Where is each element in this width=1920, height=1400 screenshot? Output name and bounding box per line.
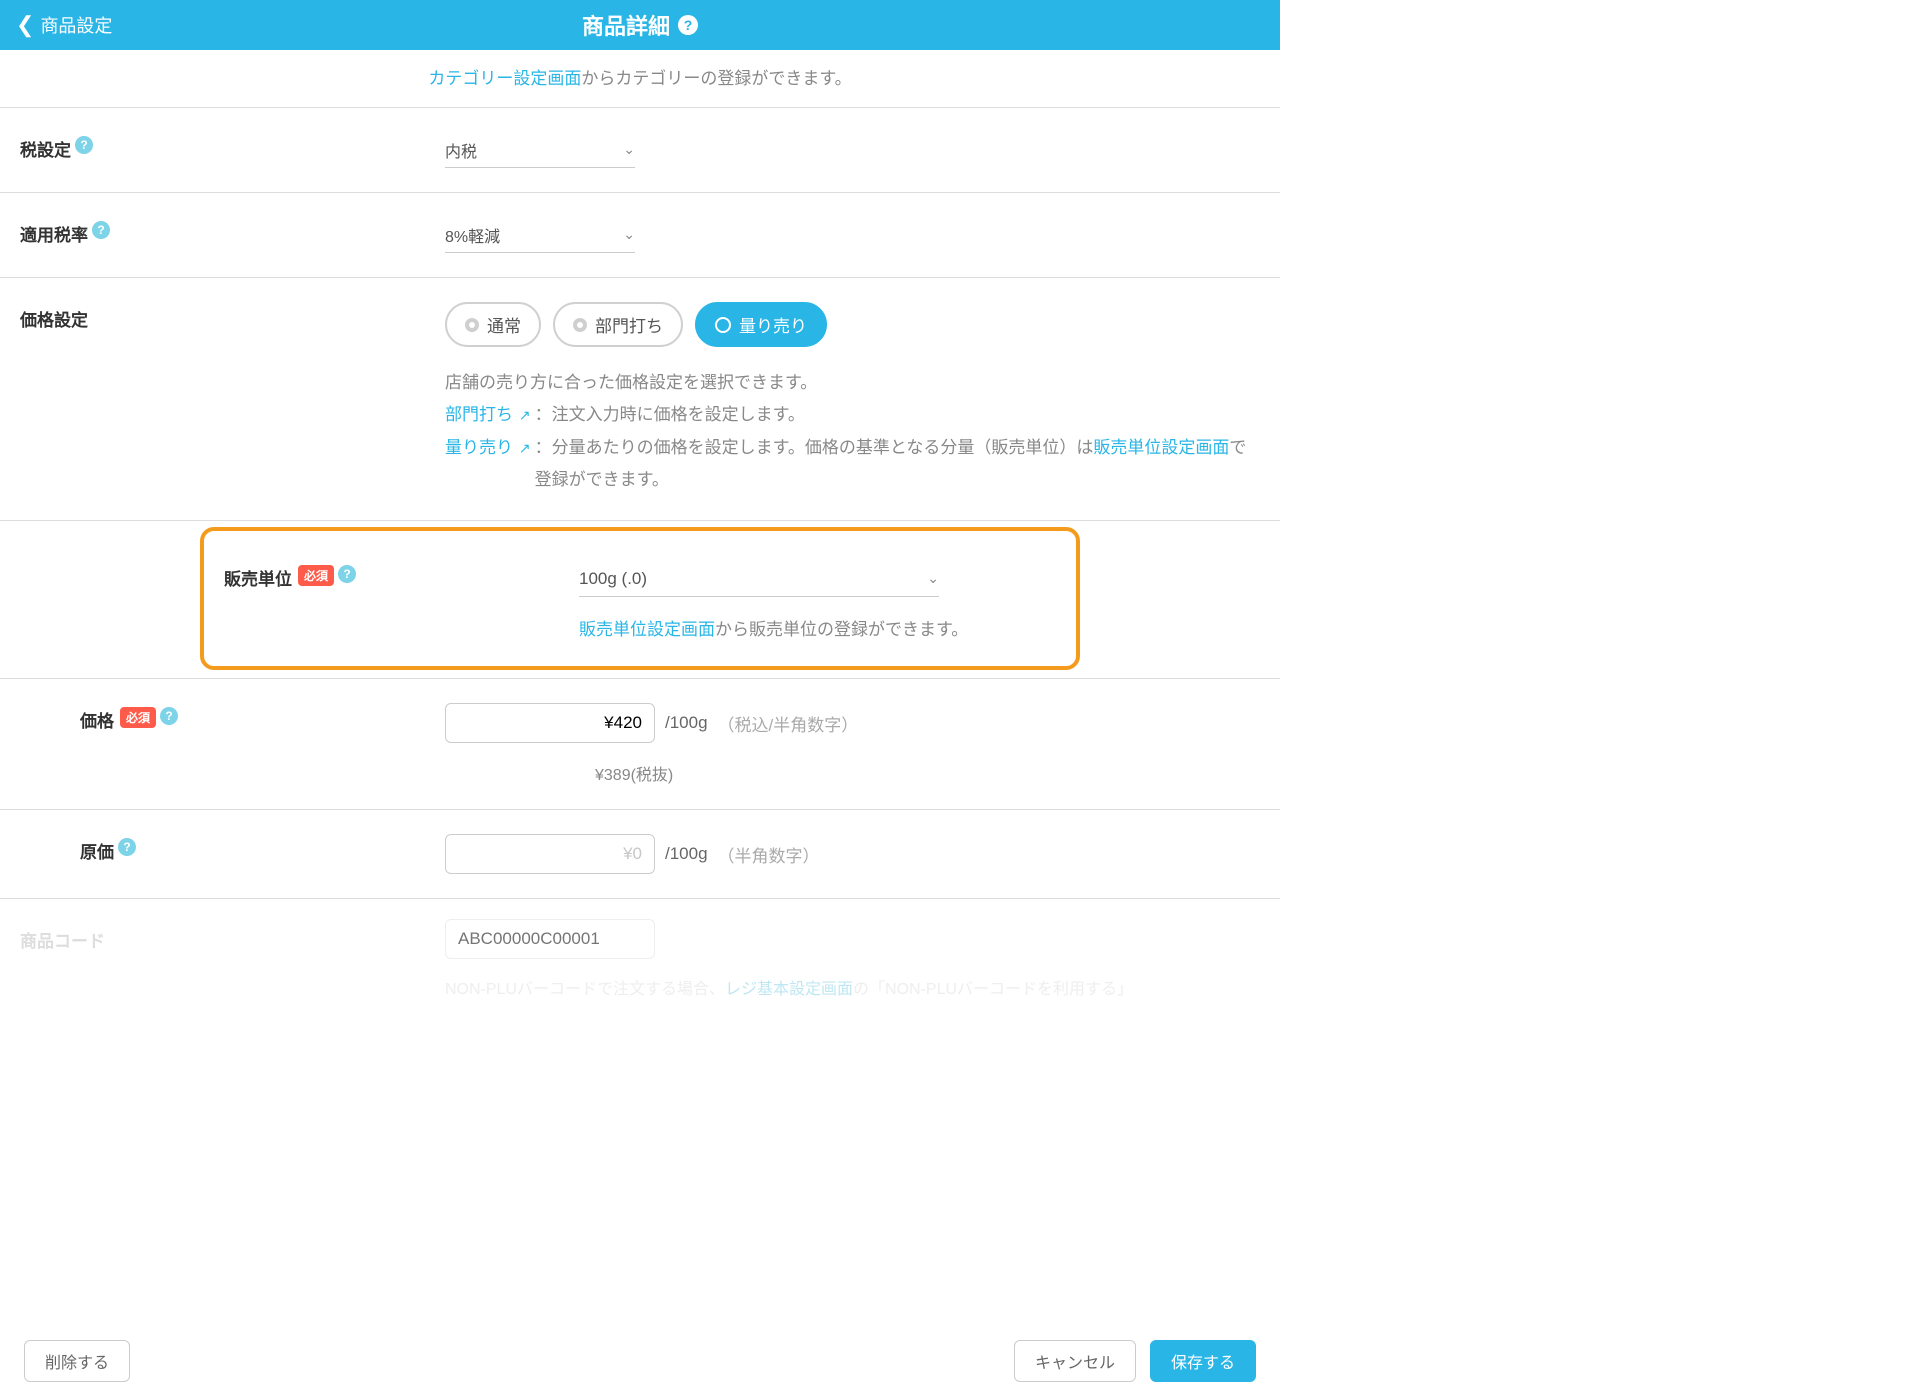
required-badge: 必須: [120, 707, 156, 728]
row-tax-rate: 適用税率 ? 8%軽減 ⌄: [0, 192, 1280, 277]
cost-input[interactable]: [445, 834, 655, 874]
sales-unit-select[interactable]: 100g (.0) ⌄: [579, 561, 939, 597]
external-link-icon: ↗: [515, 407, 531, 423]
dept-link[interactable]: 部門打ち ↗: [445, 405, 531, 424]
save-button[interactable]: 保存する: [1150, 1340, 1256, 1382]
weigh-link[interactable]: 量り売り ↗: [445, 438, 531, 457]
help-icon[interactable]: ?: [92, 221, 110, 239]
row-cost: 原価 ? /100g （半角数字）: [0, 809, 1280, 898]
tax-setting-label: 税設定: [20, 136, 71, 161]
chevron-down-icon: ⌄: [927, 570, 939, 587]
sales-unit-label: 販売単位: [224, 565, 292, 590]
price-setting-label: 価格設定: [20, 306, 88, 331]
price-input[interactable]: [445, 703, 655, 743]
category-settings-link[interactable]: カテゴリー設定画面: [428, 69, 581, 88]
chevron-left-icon: ❮: [16, 14, 34, 36]
tax-setting-select[interactable]: 内税 ⌄: [445, 132, 635, 168]
sales-unit-settings-link[interactable]: 販売単位設定画面: [1093, 438, 1229, 457]
help-icon[interactable]: ?: [678, 15, 698, 35]
sales-unit-highlight: 販売単位 必須 ? 100g (.0) ⌄ 販売単位設定画面から販売単位の登録が…: [200, 527, 1080, 670]
delete-button[interactable]: 削除する: [24, 1340, 130, 1382]
help-icon[interactable]: ?: [338, 565, 356, 583]
category-hint: カテゴリー設定画面からカテゴリーの登録ができます。: [0, 50, 1280, 107]
required-badge: 必須: [298, 565, 334, 586]
tax-rate-label: 適用税率: [20, 221, 88, 246]
price-excl-tax: ¥389(税抜): [595, 761, 1256, 785]
page-title: 商品詳細 ?: [582, 9, 698, 41]
price-per-unit: /100g: [665, 713, 708, 733]
help-icon[interactable]: ?: [118, 838, 136, 856]
back-label: 商品設定: [40, 12, 112, 38]
radio-dot-icon: [465, 318, 479, 332]
help-icon[interactable]: ?: [75, 136, 93, 154]
radio-ring-icon: [715, 317, 731, 333]
chevron-down-icon: ⌄: [623, 141, 635, 158]
row-price: 価格 必須 ? /100g （税込/半角数字） ¥389(税抜): [0, 678, 1280, 809]
sales-unit-settings-link2[interactable]: 販売単位設定画面: [579, 620, 715, 639]
radio-dept[interactable]: 部門打ち: [553, 302, 683, 347]
register-settings-link[interactable]: レジ基本設定画面: [725, 981, 853, 998]
radio-weigh[interactable]: 量り売り: [695, 302, 827, 347]
product-code-input[interactable]: [445, 919, 655, 959]
cost-per-unit: /100g: [665, 844, 708, 864]
price-setting-radio-group: 通常 部門打ち 量り売り: [445, 302, 1256, 347]
footer-actions: 削除する キャンセル 保存する: [0, 1340, 1280, 1382]
row-tax-setting: 税設定 ? 内税 ⌄: [0, 107, 1280, 192]
price-setting-desc: 店舗の売り方に合った価格設定を選択できます。 部門打ち ↗ ：注文入力時に価格を…: [445, 367, 1256, 496]
price-label: 価格: [80, 707, 114, 732]
cancel-button[interactable]: キャンセル: [1014, 1340, 1136, 1382]
app-header: ❮ 商品設定 商品詳細 ?: [0, 0, 1280, 50]
radio-dot-icon: [573, 318, 587, 332]
help-icon[interactable]: ?: [160, 707, 178, 725]
row-price-setting: 価格設定 通常 部門打ち 量り売り 店舗の売り方に合った価格設定を選択できます。: [0, 277, 1280, 520]
back-button[interactable]: ❮ 商品設定: [0, 0, 128, 50]
cost-note: （半角数字）: [718, 842, 820, 867]
sales-unit-hint: 販売単位設定画面から販売単位の登録ができます。: [579, 615, 968, 640]
radio-normal[interactable]: 通常: [445, 302, 541, 347]
tax-rate-select[interactable]: 8%軽減 ⌄: [445, 217, 635, 253]
price-note: （税込/半角数字）: [718, 711, 859, 736]
external-link-icon: ↗: [515, 440, 531, 456]
chevron-down-icon: ⌄: [623, 226, 635, 243]
product-code-label: 商品コード: [20, 919, 445, 959]
cost-label: 原価: [80, 838, 114, 863]
row-product-code: 商品コード NON-PLUバーコードで注文する場合、レジ基本設定画面の「NON-…: [0, 899, 1280, 999]
